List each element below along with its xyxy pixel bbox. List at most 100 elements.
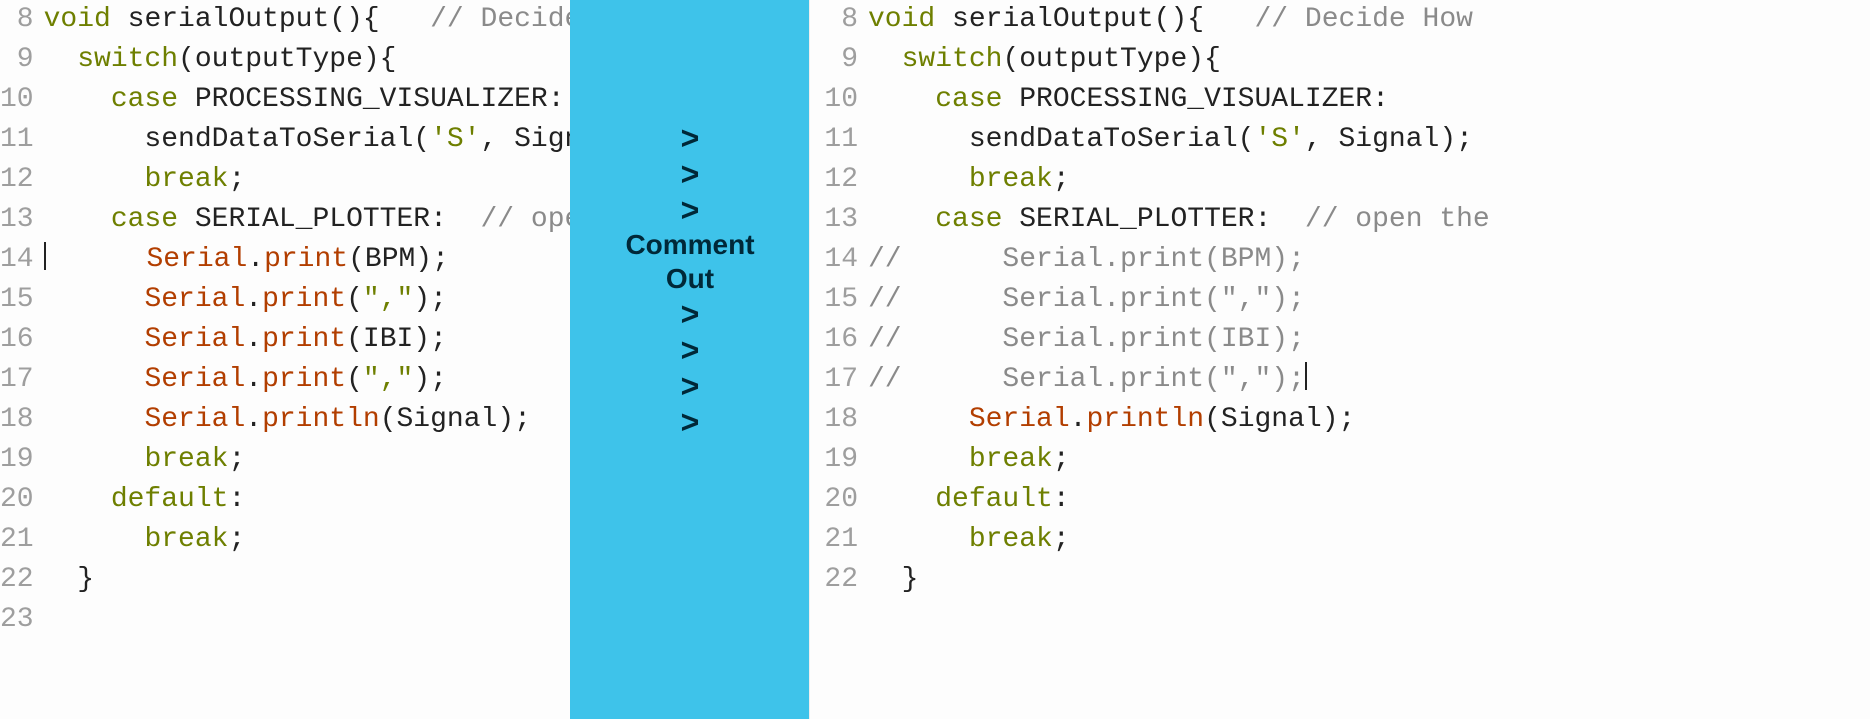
code-token: . — [245, 404, 262, 435]
code-line[interactable]: switch(outputType){ — [868, 40, 1870, 80]
kw-token: switch — [902, 44, 1003, 75]
comment-token: // Decide How — [430, 4, 570, 35]
code-line[interactable] — [44, 600, 570, 640]
arrow-right-icon: > — [681, 332, 700, 368]
code-token: , Signal); — [481, 124, 571, 155]
code-token — [44, 44, 78, 75]
code-token: (IBI); — [346, 324, 447, 355]
line-number-gutter-right: 8 9 10 11 12 13 14 15 16 17 18 19 20 21 … — [810, 0, 868, 719]
code-line[interactable]: case SERIAL_PLOTTER: // open the — [868, 200, 1870, 240]
string-token: "," — [363, 364, 413, 395]
code-line[interactable]: // Serial.print(","); — [868, 280, 1870, 320]
code-line[interactable]: Serial.print(IBI); — [44, 320, 570, 360]
code-line[interactable]: } — [868, 560, 1870, 600]
code-line[interactable]: break; — [868, 160, 1870, 200]
code-line[interactable]: break; — [868, 520, 1870, 560]
member-token: Serial — [144, 364, 245, 395]
code-token: ); — [413, 284, 447, 315]
code-editor-right[interactable]: void serialOutput(){ // Decide How switc… — [868, 0, 1870, 719]
kw-token: void — [868, 4, 935, 35]
code-line[interactable]: sendDataToSerial('S', Signal); — [868, 120, 1870, 160]
code-line[interactable]: break; — [868, 440, 1870, 480]
code-token: serialOutput — [952, 4, 1154, 35]
code-token: . — [245, 284, 262, 315]
code-token: (BPM); — [348, 244, 449, 275]
code-line[interactable]: Serial.print(BPM); — [44, 240, 570, 280]
code-line[interactable]: Serial.println(Signal); — [44, 400, 570, 440]
code-line[interactable]: Serial.print(","); — [44, 360, 570, 400]
code-token — [44, 404, 145, 435]
method-token: print — [262, 364, 346, 395]
code-token: : — [228, 484, 245, 515]
arrow-right-icon: > — [681, 296, 700, 332]
code-line[interactable]: case PROCESSING_VISUALIZER: — [868, 80, 1870, 120]
code-token — [46, 244, 147, 275]
code-token — [868, 84, 935, 115]
comment-out-label-2: Out — [666, 262, 714, 296]
method-token: print — [262, 324, 346, 355]
code-line[interactable]: // Serial.print(BPM); — [868, 240, 1870, 280]
diff-view-row: 8 9 10 11 12 13 14 15 16 17 18 19 20 21 … — [0, 0, 1870, 719]
method-token: println — [1086, 404, 1204, 435]
code-token: ; — [1053, 524, 1070, 555]
code-token — [44, 284, 145, 315]
code-token: } — [44, 564, 94, 595]
kw-token: switch — [77, 44, 178, 75]
code-token: PROCESSING_VISUALIZER: — [1002, 84, 1388, 115]
string-token: 'S' — [1254, 124, 1304, 155]
string-token: 'S' — [430, 124, 480, 155]
code-token: . — [245, 324, 262, 355]
member-token: Serial — [144, 404, 245, 435]
code-token: ; — [228, 164, 245, 195]
code-token: : — [1053, 484, 1070, 515]
code-token: serialOutput — [128, 4, 330, 35]
code-token: (Signal); — [1204, 404, 1355, 435]
code-line[interactable]: break; — [44, 440, 570, 480]
code-line[interactable]: switch(outputType){ — [44, 40, 570, 80]
code-line[interactable]: default: — [868, 480, 1870, 520]
commented-out-line: // Serial.print(","); — [868, 364, 1305, 395]
kw-token: void — [44, 4, 111, 35]
kw-token: case — [935, 84, 1002, 115]
code-line[interactable]: case PROCESSING_VISUALIZER: — [44, 80, 570, 120]
kw-token: break — [144, 164, 228, 195]
code-line[interactable]: default: — [44, 480, 570, 520]
code-token: (Signal); — [380, 404, 531, 435]
code-token: . — [247, 244, 264, 275]
code-token — [44, 604, 61, 635]
code-line[interactable]: Serial.print(","); — [44, 280, 570, 320]
comment-token: // open th — [481, 204, 571, 235]
code-token — [868, 444, 969, 475]
method-token: print — [264, 244, 348, 275]
code-line[interactable]: void serialOutput(){ // Decide How — [868, 0, 1870, 40]
code-line[interactable]: break; — [44, 160, 570, 200]
kw-token: default — [935, 484, 1053, 515]
code-token: ; — [228, 524, 245, 555]
code-line[interactable]: } — [44, 560, 570, 600]
code-editor-left[interactable]: void serialOutput(){ // Decide How switc… — [44, 0, 570, 719]
code-line[interactable]: break; — [44, 520, 570, 560]
kw-token: case — [111, 204, 178, 235]
member-token: Serial — [144, 324, 245, 355]
code-line[interactable]: case SERIAL_PLOTTER: // open th — [44, 200, 570, 240]
code-token — [44, 484, 111, 515]
code-line[interactable]: Serial.println(Signal); — [868, 400, 1870, 440]
code-line[interactable]: void serialOutput(){ // Decide How — [44, 0, 570, 40]
text-cursor — [1305, 362, 1307, 390]
code-token: . — [1070, 404, 1087, 435]
code-pane-before[interactable]: 8 9 10 11 12 13 14 15 16 17 18 19 20 21 … — [0, 0, 570, 719]
kw-token: break — [969, 444, 1053, 475]
arrow-right-icon: > — [681, 120, 700, 156]
code-line[interactable]: // Serial.print(","); — [868, 360, 1870, 400]
code-token: ; — [1053, 444, 1070, 475]
commented-out-line: // Serial.print(IBI); — [868, 324, 1305, 355]
code-line[interactable]: sendDataToSerial('S', Signal); — [44, 120, 570, 160]
code-pane-after[interactable]: 8 9 10 11 12 13 14 15 16 17 18 19 20 21 … — [810, 0, 1870, 719]
member-token: Serial — [969, 404, 1070, 435]
arrow-right-icon: > — [681, 192, 700, 228]
code-token: sendDataToSerial( — [44, 124, 430, 155]
kw-token: break — [144, 444, 228, 475]
code-token — [868, 164, 969, 195]
code-token: (){ — [1154, 4, 1255, 35]
code-line[interactable]: // Serial.print(IBI); — [868, 320, 1870, 360]
